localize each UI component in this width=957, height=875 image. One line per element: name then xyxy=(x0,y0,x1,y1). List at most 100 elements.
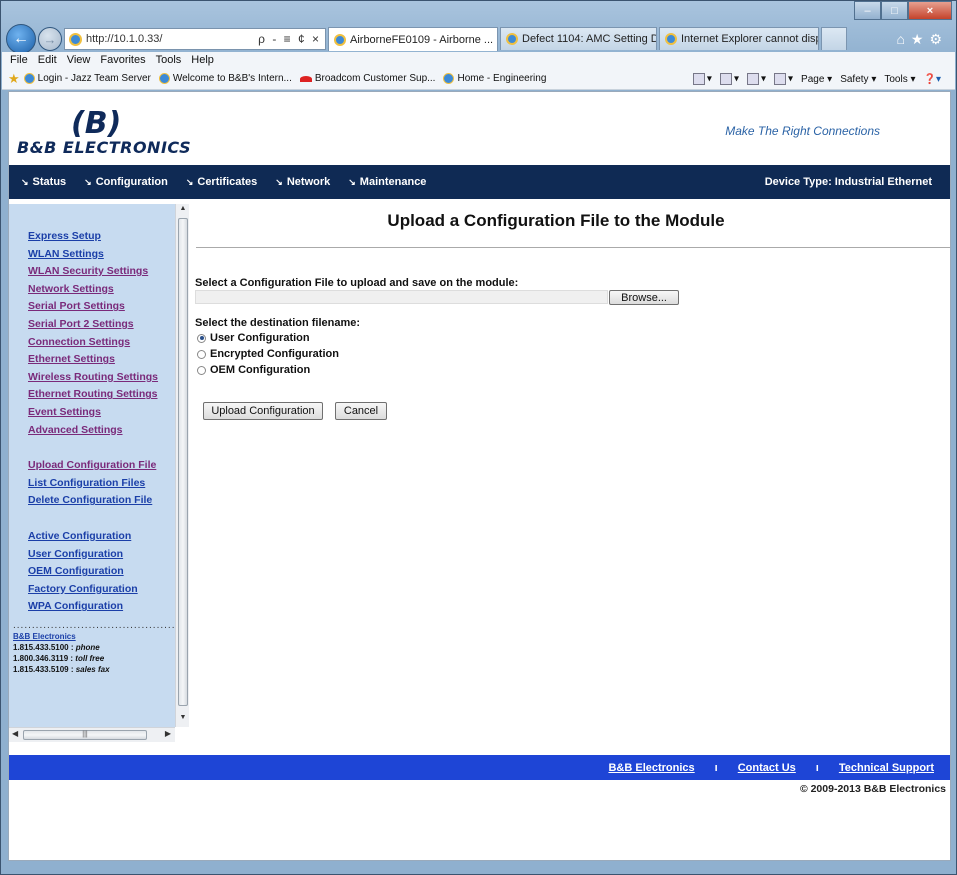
address-tools[interactable]: ρ - ≡ ¢ × xyxy=(258,32,325,46)
sidebar-link-advanced[interactable]: Advanced Settings xyxy=(28,422,175,440)
tools-menu[interactable]: Tools ▾ xyxy=(884,74,915,85)
maximize-icon[interactable]: □ xyxy=(881,1,908,20)
nav-status[interactable]: ↘ Status xyxy=(21,176,66,188)
title-divider xyxy=(196,247,950,248)
menu-bar: File Edit View Favorites Tools Help xyxy=(2,52,955,68)
sidebar-link-upload-config[interactable]: Upload Configuration File xyxy=(28,457,175,475)
copyright: © 2009-2013 B&B Electronics xyxy=(799,783,946,795)
nav-network[interactable]: ↘ Network xyxy=(275,176,330,188)
sidebar-link-delete-config[interactable]: Delete Configuration File xyxy=(28,492,175,510)
menu-view[interactable]: View xyxy=(67,54,91,66)
nav-maintenance[interactable]: ↘ Maintenance xyxy=(348,176,426,188)
radio-button[interactable] xyxy=(197,365,206,375)
favorite-label: Home - Engineering xyxy=(457,73,547,84)
sidebar-link-user-config[interactable]: User Configuration xyxy=(28,546,175,564)
nav-configuration[interactable]: ↘ Configuration xyxy=(84,176,168,188)
close-window-icon[interactable]: × xyxy=(908,1,952,20)
favorite-item[interactable]: Broadcom Customer Sup... xyxy=(299,73,435,84)
main-content: Upload a Configuration File to the Modul… xyxy=(192,199,950,749)
sidebar-link-serial-port[interactable]: Serial Port Settings xyxy=(28,298,175,316)
scroll-up-icon[interactable]: ▲ xyxy=(176,205,190,217)
option-encrypted-configuration[interactable]: Encrypted Configuration xyxy=(197,348,339,360)
tab-favicon xyxy=(334,33,346,46)
sidebar-vertical-scrollbar[interactable]: ▲ ▼ xyxy=(175,204,189,727)
option-oem-configuration[interactable]: OEM Configuration xyxy=(197,364,310,376)
sidebar-link-network-settings[interactable]: Network Settings xyxy=(28,281,175,299)
sidebar-link-ethernet[interactable]: Ethernet Settings xyxy=(28,351,175,369)
print-icon[interactable]: ▾ xyxy=(774,73,793,85)
menu-file[interactable]: File xyxy=(10,54,28,66)
help-icon[interactable]: ❓▾ xyxy=(924,74,941,85)
sidebar-link-serial-port-2[interactable]: Serial Port 2 Settings xyxy=(28,316,175,334)
tab-title: Internet Explorer cannot displa... xyxy=(681,33,818,45)
window-controls: – □ × xyxy=(854,1,952,20)
destination-label: Select the destination filename: xyxy=(195,317,361,329)
tab-defect[interactable]: Defect 1104: AMC Setting Devi... xyxy=(500,27,657,50)
menu-help[interactable]: Help xyxy=(191,54,214,66)
sidebar-link-wlan-settings[interactable]: WLAN Settings xyxy=(28,246,175,264)
menu-tools[interactable]: Tools xyxy=(156,54,182,66)
footer-link-bb[interactable]: B&B Electronics xyxy=(608,762,694,774)
bb-logo-mark: (B) xyxy=(71,106,122,141)
nav-arrow-icon: ↘ xyxy=(275,177,283,187)
scroll-thumb[interactable]: ||| xyxy=(23,730,147,740)
scroll-down-icon[interactable]: ▼ xyxy=(176,714,190,726)
menu-edit[interactable]: Edit xyxy=(38,54,57,66)
back-button[interactable]: ← xyxy=(6,24,36,54)
favorite-item[interactable]: Home - Engineering xyxy=(443,73,546,84)
sidebar-link-oem-config[interactable]: OEM Configuration xyxy=(28,563,175,581)
select-file-label: Select a Configuration File to upload an… xyxy=(195,277,519,289)
new-tab-button[interactable] xyxy=(821,27,847,50)
feeds-icon[interactable]: ▾ xyxy=(719,73,739,85)
sidebar-link-connection[interactable]: Connection Settings xyxy=(28,334,175,352)
favorite-item[interactable]: Login - Jazz Team Server xyxy=(23,73,151,84)
tab-close-icon[interactable]: × xyxy=(497,34,498,46)
mail-icon[interactable]: ▾ xyxy=(746,73,766,85)
nav-certificates[interactable]: ↘ Certificates xyxy=(186,176,257,188)
ie-page-icon xyxy=(443,73,455,84)
page-menu[interactable]: Page ▾ xyxy=(801,74,832,85)
tab-ie-error[interactable]: Internet Explorer cannot displa... xyxy=(659,27,819,50)
radio-button[interactable] xyxy=(197,349,206,359)
scroll-left-icon[interactable]: ◀ xyxy=(12,729,18,738)
tab-airborne[interactable]: AirborneFE0109 - Airborne ... × xyxy=(328,27,498,51)
file-path-input[interactable] xyxy=(195,290,609,304)
nav-arrow-icon: ↘ xyxy=(348,177,356,187)
forward-button[interactable]: → xyxy=(38,27,62,51)
sidebar-link-factory-config[interactable]: Factory Configuration xyxy=(28,581,175,599)
sidebar-link-express-setup[interactable]: Express Setup xyxy=(28,228,175,246)
favorite-label: Welcome to B&B's Intern... xyxy=(172,73,292,84)
footer-link-support[interactable]: Technical Support xyxy=(839,762,934,774)
home-icon[interactable]: ▾ xyxy=(692,73,712,85)
sidebar-link-wireless-routing[interactable]: Wireless Routing Settings xyxy=(28,369,175,387)
sidebar-link-list-config[interactable]: List Configuration Files xyxy=(28,475,175,493)
tab-favicon xyxy=(506,33,518,45)
footer-link-contact[interactable]: Contact Us xyxy=(738,762,796,774)
option-label: User Configuration xyxy=(210,332,310,344)
footer-separator: ı xyxy=(815,761,819,774)
sidebar-link-wlan-security[interactable]: WLAN Security Settings xyxy=(28,263,175,281)
sidebar-horizontal-scrollbar[interactable]: ◀ ||| ▶ xyxy=(9,727,175,742)
favorites-star-icon[interactable]: ★ xyxy=(8,71,20,87)
radio-button[interactable] xyxy=(197,333,206,343)
upload-configuration-button[interactable]: Upload Configuration xyxy=(203,402,323,420)
cancel-button[interactable]: Cancel xyxy=(335,402,387,420)
sidebar-link-active-config[interactable]: Active Configuration xyxy=(28,528,175,546)
company-link[interactable]: B&B Electronics xyxy=(13,632,76,641)
address-bar[interactable]: http://10.1.0.33/ ρ - ≡ ¢ × xyxy=(64,28,326,50)
minimize-icon[interactable]: – xyxy=(854,1,881,20)
safety-menu[interactable]: Safety ▾ xyxy=(840,74,876,85)
favorite-item[interactable]: Welcome to B&B's Intern... xyxy=(158,73,292,84)
sidebar-link-ethernet-routing[interactable]: Ethernet Routing Settings xyxy=(28,386,175,404)
browse-button[interactable]: Browse... xyxy=(609,290,679,305)
nav-arrow-icon: ↘ xyxy=(185,177,194,187)
tollfree-label: toll free xyxy=(75,653,105,663)
scroll-thumb[interactable] xyxy=(178,218,188,706)
scroll-right-icon[interactable]: ▶ xyxy=(165,729,171,738)
option-user-configuration[interactable]: User Configuration xyxy=(197,332,310,344)
menu-favorites[interactable]: Favorites xyxy=(100,54,145,66)
sidebar-link-wpa-config[interactable]: WPA Configuration xyxy=(28,598,175,616)
sidebar-link-event[interactable]: Event Settings xyxy=(28,404,175,422)
home-favorites-settings-icons[interactable]: ⌂★⚙ xyxy=(896,31,948,48)
ie-page-icon xyxy=(23,73,35,84)
